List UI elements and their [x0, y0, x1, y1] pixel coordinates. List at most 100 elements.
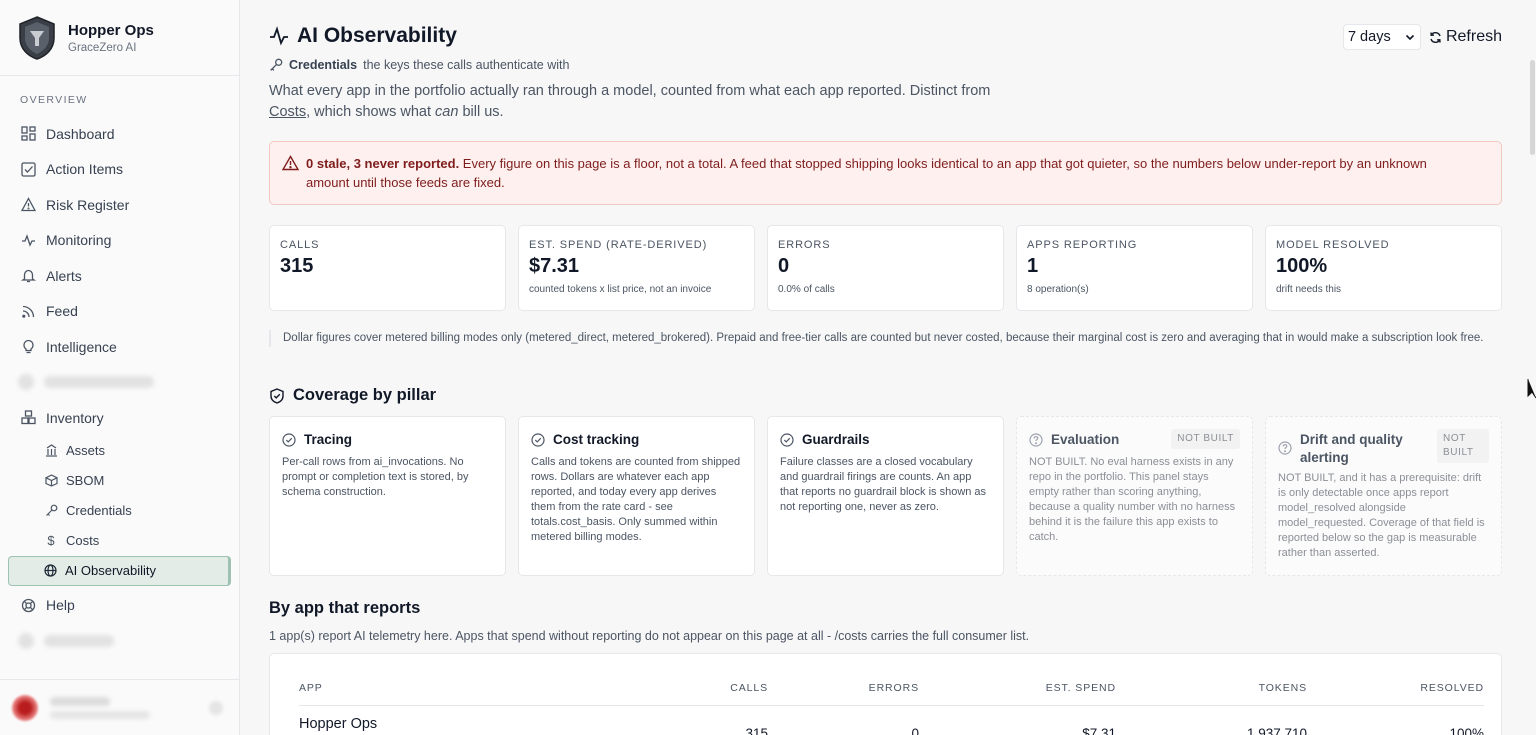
sidebar-item-label: Help — [46, 597, 75, 614]
redacted-nav-item — [0, 623, 239, 659]
sidebar: Hopper Ops GraceZero AI OVERVIEW Dashboa… — [0, 0, 240, 735]
boxes-icon — [20, 410, 36, 426]
sidebar-item-action-items[interactable]: Action Items — [0, 152, 239, 188]
intro-text: , which shows what — [306, 103, 436, 120]
not-built-badge: NOT BUILT — [1171, 429, 1240, 449]
stat-label: EST. SPEND (RATE-DERIVED) — [529, 239, 708, 251]
time-range-select[interactable]: 7 days — [1342, 24, 1421, 50]
pillars-row: Tracing Per-call rows from ai_invocation… — [269, 416, 1502, 576]
sidebar-subitem-sbom[interactable]: SBOM — [0, 466, 239, 496]
stat-note: 0.0% of calls — [778, 284, 835, 295]
pillar-card-guardrails: Guardrails Failure classes are a closed … — [767, 416, 1004, 576]
stat-card-model-resolved: MODEL RESOLVED 100% drift needs this — [1265, 225, 1502, 311]
coverage-title-text: Coverage by pillar — [293, 386, 437, 404]
redacted-user-email — [50, 710, 150, 719]
sidebar-item-dashboard[interactable]: Dashboard — [0, 116, 239, 152]
pillar-desc: Per-call rows from ai_invocations. No pr… — [282, 456, 469, 498]
sidebar-item-monitoring[interactable]: Monitoring — [0, 223, 239, 259]
sidebar-item-risk-register[interactable]: Risk Register — [0, 187, 239, 223]
billing-note: Dollar figures cover metered billing mod… — [269, 330, 1502, 347]
stat-note: drift needs this — [1276, 284, 1342, 295]
shield-logo-icon — [19, 15, 55, 60]
sidebar-item-help[interactable]: Help — [0, 588, 239, 624]
rss-icon — [20, 303, 36, 319]
time-range-value: 7 days — [1347, 29, 1391, 45]
lightbulb-icon — [20, 339, 36, 355]
sidebar-subitem-credentials[interactable]: Credentials — [0, 496, 239, 526]
pillar-name: Guardrails — [802, 432, 870, 447]
sidebar-subitem-assets[interactable]: Assets — [0, 436, 239, 466]
checkbox-icon — [20, 161, 36, 177]
dollar-icon: $ — [47, 533, 55, 548]
sidebar-item-label: Inventory — [46, 409, 104, 426]
costs-link[interactable]: Costs — [269, 104, 306, 120]
intro-emphasis: can — [435, 103, 459, 120]
sidebar-item-intelligence[interactable]: Intelligence — [0, 329, 239, 365]
mouse-cursor-icon — [1527, 379, 1536, 399]
stat-label: ERRORS — [778, 239, 831, 251]
sidebar-item-label: Intelligence — [46, 338, 117, 355]
credentials-link[interactable]: Credentials — [289, 58, 357, 72]
tokens-cell: 1,937,710 — [1246, 726, 1307, 735]
sidebar-subitem-ai-observability[interactable]: AI Observability — [8, 555, 231, 586]
activity-icon — [270, 26, 288, 46]
user-menu-icon[interactable] — [209, 700, 223, 715]
credentials-link-desc: the keys these calls authenticate with — [363, 58, 570, 72]
stat-value: 1 — [1027, 255, 1039, 277]
refresh-button[interactable]: Refresh — [1429, 28, 1502, 46]
brand-org: GraceZero AI — [68, 41, 137, 54]
column-header-app[interactable]: APP — [299, 682, 323, 694]
column-header-resolved[interactable]: RESOLVED — [1420, 682, 1484, 694]
stat-card-calls: CALLS 315 — [269, 225, 506, 311]
table-row[interactable]: Hopper Ops 315 0 $7.31 1,937,710 100% — [299, 716, 1484, 735]
sidebar-item-label: Risk Register — [46, 196, 130, 213]
column-header-tokens[interactable]: TOKENS — [1259, 682, 1307, 694]
app-name-cell[interactable]: Hopper Ops — [299, 716, 377, 732]
pillar-name: Cost tracking — [553, 432, 640, 447]
pillar-desc: NOT BUILT. No eval harness exists in any… — [1029, 456, 1236, 543]
warning-icon — [282, 155, 299, 171]
column-header-calls[interactable]: CALLS — [730, 682, 768, 694]
page-header: AI Observability 7 days Refresh — [269, 24, 1502, 52]
sidebar-item-alerts[interactable]: Alerts — [0, 258, 239, 294]
scrollbar[interactable] — [1530, 60, 1535, 155]
alert-text: Every figure on this page is a floor, no… — [306, 156, 1427, 190]
sidebar-item-label: Dashboard — [46, 125, 115, 142]
page-title-text: AI Observability — [297, 24, 457, 47]
user-menu[interactable] — [0, 679, 239, 735]
sidebar-item-label: Monitoring — [46, 232, 112, 249]
stat-label: MODEL RESOLVED — [1276, 239, 1390, 251]
pillar-desc: Failure classes are a closed vocabulary … — [780, 456, 987, 513]
coverage-section-title: Coverage by pillar — [269, 386, 436, 405]
brand[interactable]: Hopper Ops GraceZero AI — [0, 0, 239, 76]
check-circle-icon — [531, 433, 545, 447]
stat-label: APPS REPORTING — [1027, 239, 1138, 251]
activity-icon — [20, 232, 36, 248]
sidebar-item-label: Action Items — [46, 161, 124, 178]
stats-row: CALLS 315 EST. SPEND (RATE-DERIVED) $7.3… — [269, 225, 1502, 311]
resolved-cell: 100% — [1449, 726, 1484, 735]
building-icon — [44, 444, 58, 458]
check-circle-icon — [780, 433, 794, 447]
sidebar-item-feed[interactable]: Feed — [0, 294, 239, 330]
stat-label: CALLS — [280, 239, 320, 251]
header-controls: 7 days Refresh — [1342, 24, 1502, 50]
sidebar-subitem-costs[interactable]: $ Costs — [0, 526, 239, 556]
page-title: AI Observability — [269, 24, 1502, 48]
by-app-table: APP CALLS ERRORS EST. SPEND TOKENS RESOL… — [269, 653, 1502, 735]
intro-text: What every app in the portfolio actually… — [269, 83, 991, 99]
calls-cell: 315 — [745, 726, 768, 735]
sidebar-subitem-label: Credentials — [66, 503, 132, 518]
refresh-label: Refresh — [1445, 28, 1502, 45]
column-header-errors[interactable]: ERRORS — [869, 682, 919, 694]
pillar-card-drift: Drift and quality alerting NOT BUILT NOT… — [1265, 416, 1502, 576]
pillar-desc: NOT BUILT, and it has a prerequisite: dr… — [1278, 472, 1485, 559]
stat-card-apps-reporting: APPS REPORTING 1 8 operation(s) — [1016, 225, 1253, 311]
check-circle-icon — [282, 433, 296, 447]
key-icon — [270, 58, 283, 71]
column-header-spend[interactable]: EST. SPEND — [1046, 682, 1116, 694]
sidebar-item-label: Feed — [46, 303, 78, 320]
package-icon — [44, 474, 58, 488]
spend-cell: $7.31 — [1082, 726, 1116, 735]
sidebar-item-inventory[interactable]: Inventory — [0, 400, 239, 436]
